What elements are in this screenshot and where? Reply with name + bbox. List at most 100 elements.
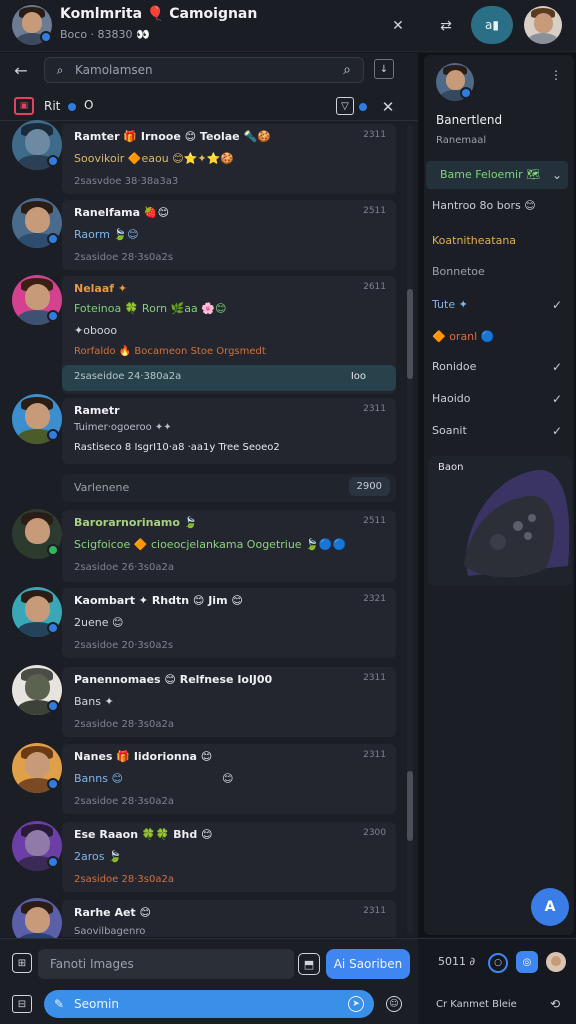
inbox-icon[interactable]: ▽ [336, 97, 354, 115]
keyboard-icon[interactable]: ⊟ [12, 995, 32, 1013]
filter-verified-icon [66, 101, 78, 113]
message-time: 2511 [363, 206, 386, 216]
settings-icon[interactable]: ⟲ [546, 995, 564, 1013]
search-icon: ⌕ [56, 62, 64, 77]
scrollbar-thumb[interactable] [407, 289, 413, 379]
message-author: Nelaaf ✦ [74, 282, 128, 295]
message-meta: 2sasidoe 28·3s0a2a [74, 719, 174, 730]
panel-item[interactable]: Tute ✦ ✓ [432, 291, 568, 319]
close-icon[interactable]: ✕ [386, 14, 410, 38]
message-time: 2311 [363, 906, 386, 916]
message-time: 2321 [363, 594, 386, 604]
message-author: Ramter 🎁 Irnooe 😊 Teolae 🔦🍪 [74, 130, 271, 143]
message-bubble[interactable]: Rametr Tuimer·ogoeroo ✦✦ Rastiseco 8 Isg… [62, 398, 396, 464]
image-icon[interactable]: ⬒ [298, 953, 320, 975]
message-emoji: 😊 [222, 772, 234, 785]
message-bubble[interactable]: Panennomaes 😊 Relfnese IolJ00 Bans ✦ 2sa… [62, 667, 396, 737]
user-avatar[interactable] [524, 6, 562, 44]
find-images-input[interactable]: Fanoti Images [38, 949, 294, 979]
message-time: 2511 [363, 516, 386, 526]
message-input[interactable]: Seomin [44, 990, 374, 1018]
profile-subtitle: Ranemaal [436, 135, 487, 146]
message-meta: Rorfaldo 🔥 Bocameon Stoe Orgsmedt [74, 346, 266, 357]
panel-item-label: Haoido [432, 392, 471, 405]
panel-item[interactable]: 🔶 oranl 🔵 [432, 323, 568, 351]
panel-item-label: 🔶 oranl 🔵 [432, 330, 495, 343]
filter-label: Rit [44, 99, 61, 113]
attach-icon[interactable]: ⊞ [12, 953, 32, 973]
highlighted-row[interactable]: 2saseidoe 24·380a2a Ioo [62, 365, 396, 391]
back-arrow-icon[interactable]: ← [10, 59, 32, 81]
message-time: 2311 [363, 404, 386, 414]
chevron-down-icon: ⌄ [551, 168, 562, 182]
separator-label: Varlenene [74, 481, 130, 494]
message-author: Barorarnorinamo 🍃 [74, 516, 198, 529]
message-text: Saovilbagenro [74, 926, 146, 937]
close-filter-icon[interactable]: ✕ [378, 97, 398, 117]
message-meta: 2sasidoe 26·3s0a2a [74, 562, 174, 573]
verified-icon [47, 155, 59, 167]
message-text: Raorm 🍃😊 [74, 228, 139, 241]
verified-icon [47, 856, 59, 868]
message-author: Rametr [74, 404, 120, 417]
message-time: 2311 [363, 673, 386, 683]
message-author: Ranelfama 🍓😊 [74, 206, 170, 219]
message-text-2: Rastiseco 8 IsgrI10·a8 ·aa1y Tree Seoeo2 [74, 442, 280, 453]
send-icon[interactable]: ➤ [348, 996, 364, 1012]
message-bubble[interactable]: Kaombart ✦ Rhdtn 😊 Jim 😊 2uene 😊 2sasido… [62, 588, 396, 658]
message-time: 2611 [363, 282, 386, 292]
shuffle-icon[interactable]: ⇄ [434, 14, 458, 38]
profile-name: Banertlend [436, 113, 503, 127]
panel-item[interactable]: Hantroo 8o bors 😊 [432, 192, 568, 220]
message-author: Ese Raaon 🍀🍀 Bhd 😊 [74, 828, 213, 841]
message-bubble[interactable]: Ranelfama 🍓😊 Raorm 🍃😊 2sasidoe 28·3s0a2s… [62, 200, 396, 270]
verified-icon [47, 310, 59, 322]
toggle-button[interactable]: a▮ [471, 6, 513, 44]
panel-item-label: Bonnetoe [432, 265, 485, 278]
search-input[interactable]: Kamolamsen [44, 57, 364, 83]
channel-title: Komlmrita 🎈 Camoignan [60, 6, 258, 22]
panel-item[interactable]: Koatnitheatana [432, 227, 568, 255]
message-text: Soovikoir 🔶eaou 😊⭐✦⭐🍪 [74, 152, 234, 165]
inbox-badge-icon [357, 101, 369, 113]
message-text: Scigfoicoe 🔶 cioeocjelankama Oogetriue 🍃… [74, 538, 347, 551]
bottom-text: Cr Kanmet Bleie [436, 999, 517, 1010]
message-bubble[interactable]: Ese Raaon 🍀🍀 Bhd 😊 2aros 🍃 2sasidoe 28·3… [62, 822, 396, 892]
panel-item-label: Bame Feloemir 🗺 [440, 168, 541, 181]
panel-item-selected[interactable]: Bame Feloemir 🗺 ⌄ [426, 161, 568, 189]
channel-subtitle: Boco · 83830 👀 [60, 28, 150, 41]
mini-avatar[interactable] [546, 952, 566, 972]
message-author: Panennomaes 😊 Relfnese IolJ00 [74, 673, 273, 686]
media-card[interactable]: Baon [428, 456, 572, 586]
compose-fab-button[interactable]: A [531, 888, 569, 926]
emoji-icon[interactable]: ☺ [386, 996, 402, 1012]
panel-item[interactable]: Soanit ✓ [432, 417, 568, 445]
panel-item[interactable]: Haoido ✓ [432, 385, 568, 413]
message-text: Bans ✦ [74, 695, 114, 708]
more-icon[interactable]: ⋮ [548, 67, 564, 83]
separator-time: 2900 [348, 477, 390, 496]
search-submit-icon[interactable]: ⌕ [338, 61, 356, 79]
panel-item[interactable]: Ronidoe ✓ [432, 353, 568, 381]
message-time: 2311 [363, 750, 386, 760]
verified-icon [47, 429, 59, 441]
filter-count: O [84, 98, 94, 112]
panel-item[interactable]: Bonnetoe [432, 258, 568, 286]
message-bubble[interactable]: Rarhe Aet 😊 Saovilbagenro 2311 [62, 900, 396, 937]
message-bubble[interactable]: Ramter 🎁 Irnooe 😊 Teolae 🔦🍪 Soovikoir 🔶e… [62, 124, 396, 194]
check-icon: ✓ [551, 360, 562, 374]
highlighted-text: 2saseidoe 24·380a2a [74, 371, 182, 382]
verified-badge-icon [40, 31, 52, 43]
scrollbar-thumb-lower[interactable] [407, 771, 413, 841]
message-bubble[interactable]: Nanes 🎁 Iidorionna 😊 Banns 😊 😊 2sasidoe … [62, 744, 396, 814]
ring-icon[interactable]: ○ [488, 953, 508, 973]
message-author: Kaombart ✦ Rhdtn 😊 Jim 😊 [74, 594, 243, 607]
message-text: Tuimer·ogoeroo ✦✦ [74, 422, 172, 433]
download-icon[interactable]: ↓ [374, 59, 394, 79]
ai-action-button[interactable]: Ai Saoriben [326, 949, 410, 979]
media-icon[interactable]: ▣ [14, 97, 34, 115]
message-bubble[interactable]: Barorarnorinamo 🍃 Scigfoicoe 🔶 cioeocjel… [62, 510, 396, 582]
check-icon: ✓ [551, 298, 562, 312]
copy-icon[interactable]: ◎ [516, 951, 538, 973]
verified-icon [47, 700, 59, 712]
